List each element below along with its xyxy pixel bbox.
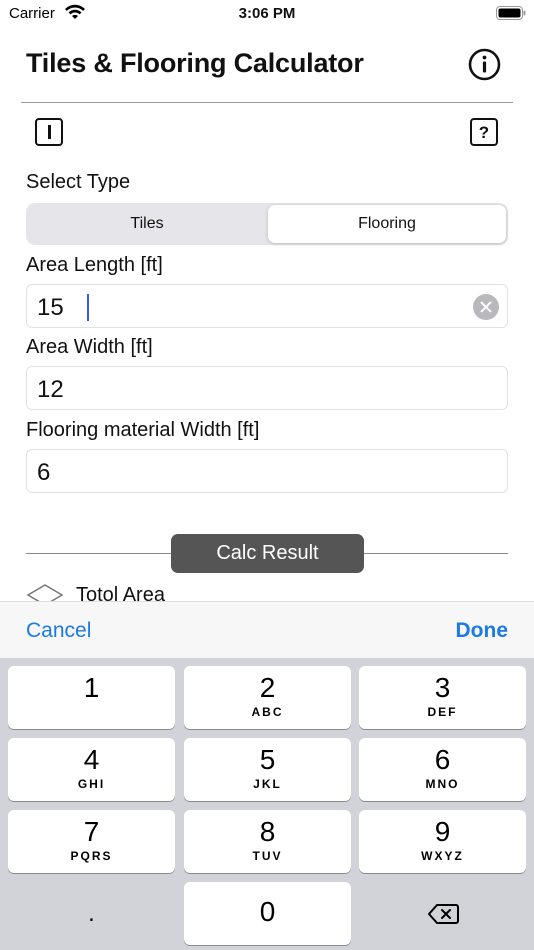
segment-flooring[interactable]: Flooring xyxy=(268,205,506,243)
key-digit: 3 xyxy=(434,672,451,703)
help-icon-glyph: ? xyxy=(478,122,490,142)
select-type-label: Select Type xyxy=(26,171,131,193)
key-2[interactable]: 2 ABC xyxy=(184,666,351,729)
material-width-value: 6 xyxy=(37,459,51,486)
header-divider xyxy=(21,102,513,103)
key-letters: MNO xyxy=(425,777,460,791)
key-letters: GHI xyxy=(77,777,106,791)
page-title: Tiles & Flooring Calculator xyxy=(26,48,364,78)
key-8[interactable]: 8 TUV xyxy=(184,810,351,873)
area-width-field[interactable]: 12 xyxy=(26,366,508,410)
key-digit: 2 xyxy=(259,672,276,703)
key-6[interactable]: 6 MNO xyxy=(359,738,526,801)
key-1[interactable]: 1 xyxy=(8,666,175,729)
key-letters: PQRS xyxy=(70,849,113,863)
key-digit: 1 xyxy=(83,672,100,703)
info-box-icon[interactable] xyxy=(35,118,63,146)
area-length-field[interactable]: 15 xyxy=(26,284,508,328)
key-digit: 4 xyxy=(83,744,100,775)
key-digit: 8 xyxy=(259,816,276,847)
key-7[interactable]: 7 PQRS xyxy=(8,810,175,873)
key-letters: DEF xyxy=(427,705,458,719)
key-digit: 6 xyxy=(434,744,451,775)
area-width-label: Area Width [ft] xyxy=(26,336,153,358)
key-letters: TUV xyxy=(252,849,283,863)
key-letters: WXYZ xyxy=(421,849,464,863)
keyboard-accessory-bar: Cancel Done xyxy=(0,601,534,658)
number-pad: 1 2 ABC 3 DEF 4 GHI 5 JKL 6 MNO 7 PQRS 8… xyxy=(0,658,534,950)
key-letters: ABC xyxy=(251,705,284,719)
material-width-label: Flooring material Width [ft] xyxy=(26,419,260,441)
key-3[interactable]: 3 DEF xyxy=(359,666,526,729)
area-length-value: 15 xyxy=(37,294,64,321)
info-circle-icon[interactable] xyxy=(468,48,501,81)
key-letters: JKL xyxy=(253,777,282,791)
area-length-label: Area Length [ft] xyxy=(26,254,163,276)
key-digit: 9 xyxy=(434,816,451,847)
key-decimal[interactable]: . xyxy=(8,882,175,945)
calc-result-button[interactable]: Calc Result xyxy=(171,534,364,573)
cancel-button[interactable]: Cancel xyxy=(26,619,91,643)
status-time: 3:06 PM xyxy=(238,5,296,22)
battery-icon xyxy=(496,6,526,20)
help-icon[interactable]: ? xyxy=(470,118,498,146)
type-segmented-control: Tiles Flooring xyxy=(26,203,508,245)
done-button[interactable]: Done xyxy=(456,619,509,643)
key-5[interactable]: 5 JKL xyxy=(184,738,351,801)
key-delete[interactable] xyxy=(359,882,526,945)
info-box-bar xyxy=(47,125,51,139)
status-bar: Carrier 3:06 PM xyxy=(0,0,534,30)
key-digit: 7 xyxy=(83,816,100,847)
key-digit: 5 xyxy=(259,744,276,775)
clear-text-icon[interactable] xyxy=(473,294,499,320)
material-width-field[interactable]: 6 xyxy=(26,449,508,493)
area-width-value: 12 xyxy=(37,376,64,403)
backspace-icon xyxy=(427,903,459,924)
key-9[interactable]: 9 WXYZ xyxy=(359,810,526,873)
calc-divider-left xyxy=(26,553,171,554)
key-0[interactable]: 0 xyxy=(184,882,351,945)
key-digit: 0 xyxy=(259,896,276,927)
text-cursor xyxy=(87,294,89,321)
key-4[interactable]: 4 GHI xyxy=(8,738,175,801)
calc-divider-right xyxy=(364,553,508,554)
segment-tiles[interactable]: Tiles xyxy=(28,205,266,243)
